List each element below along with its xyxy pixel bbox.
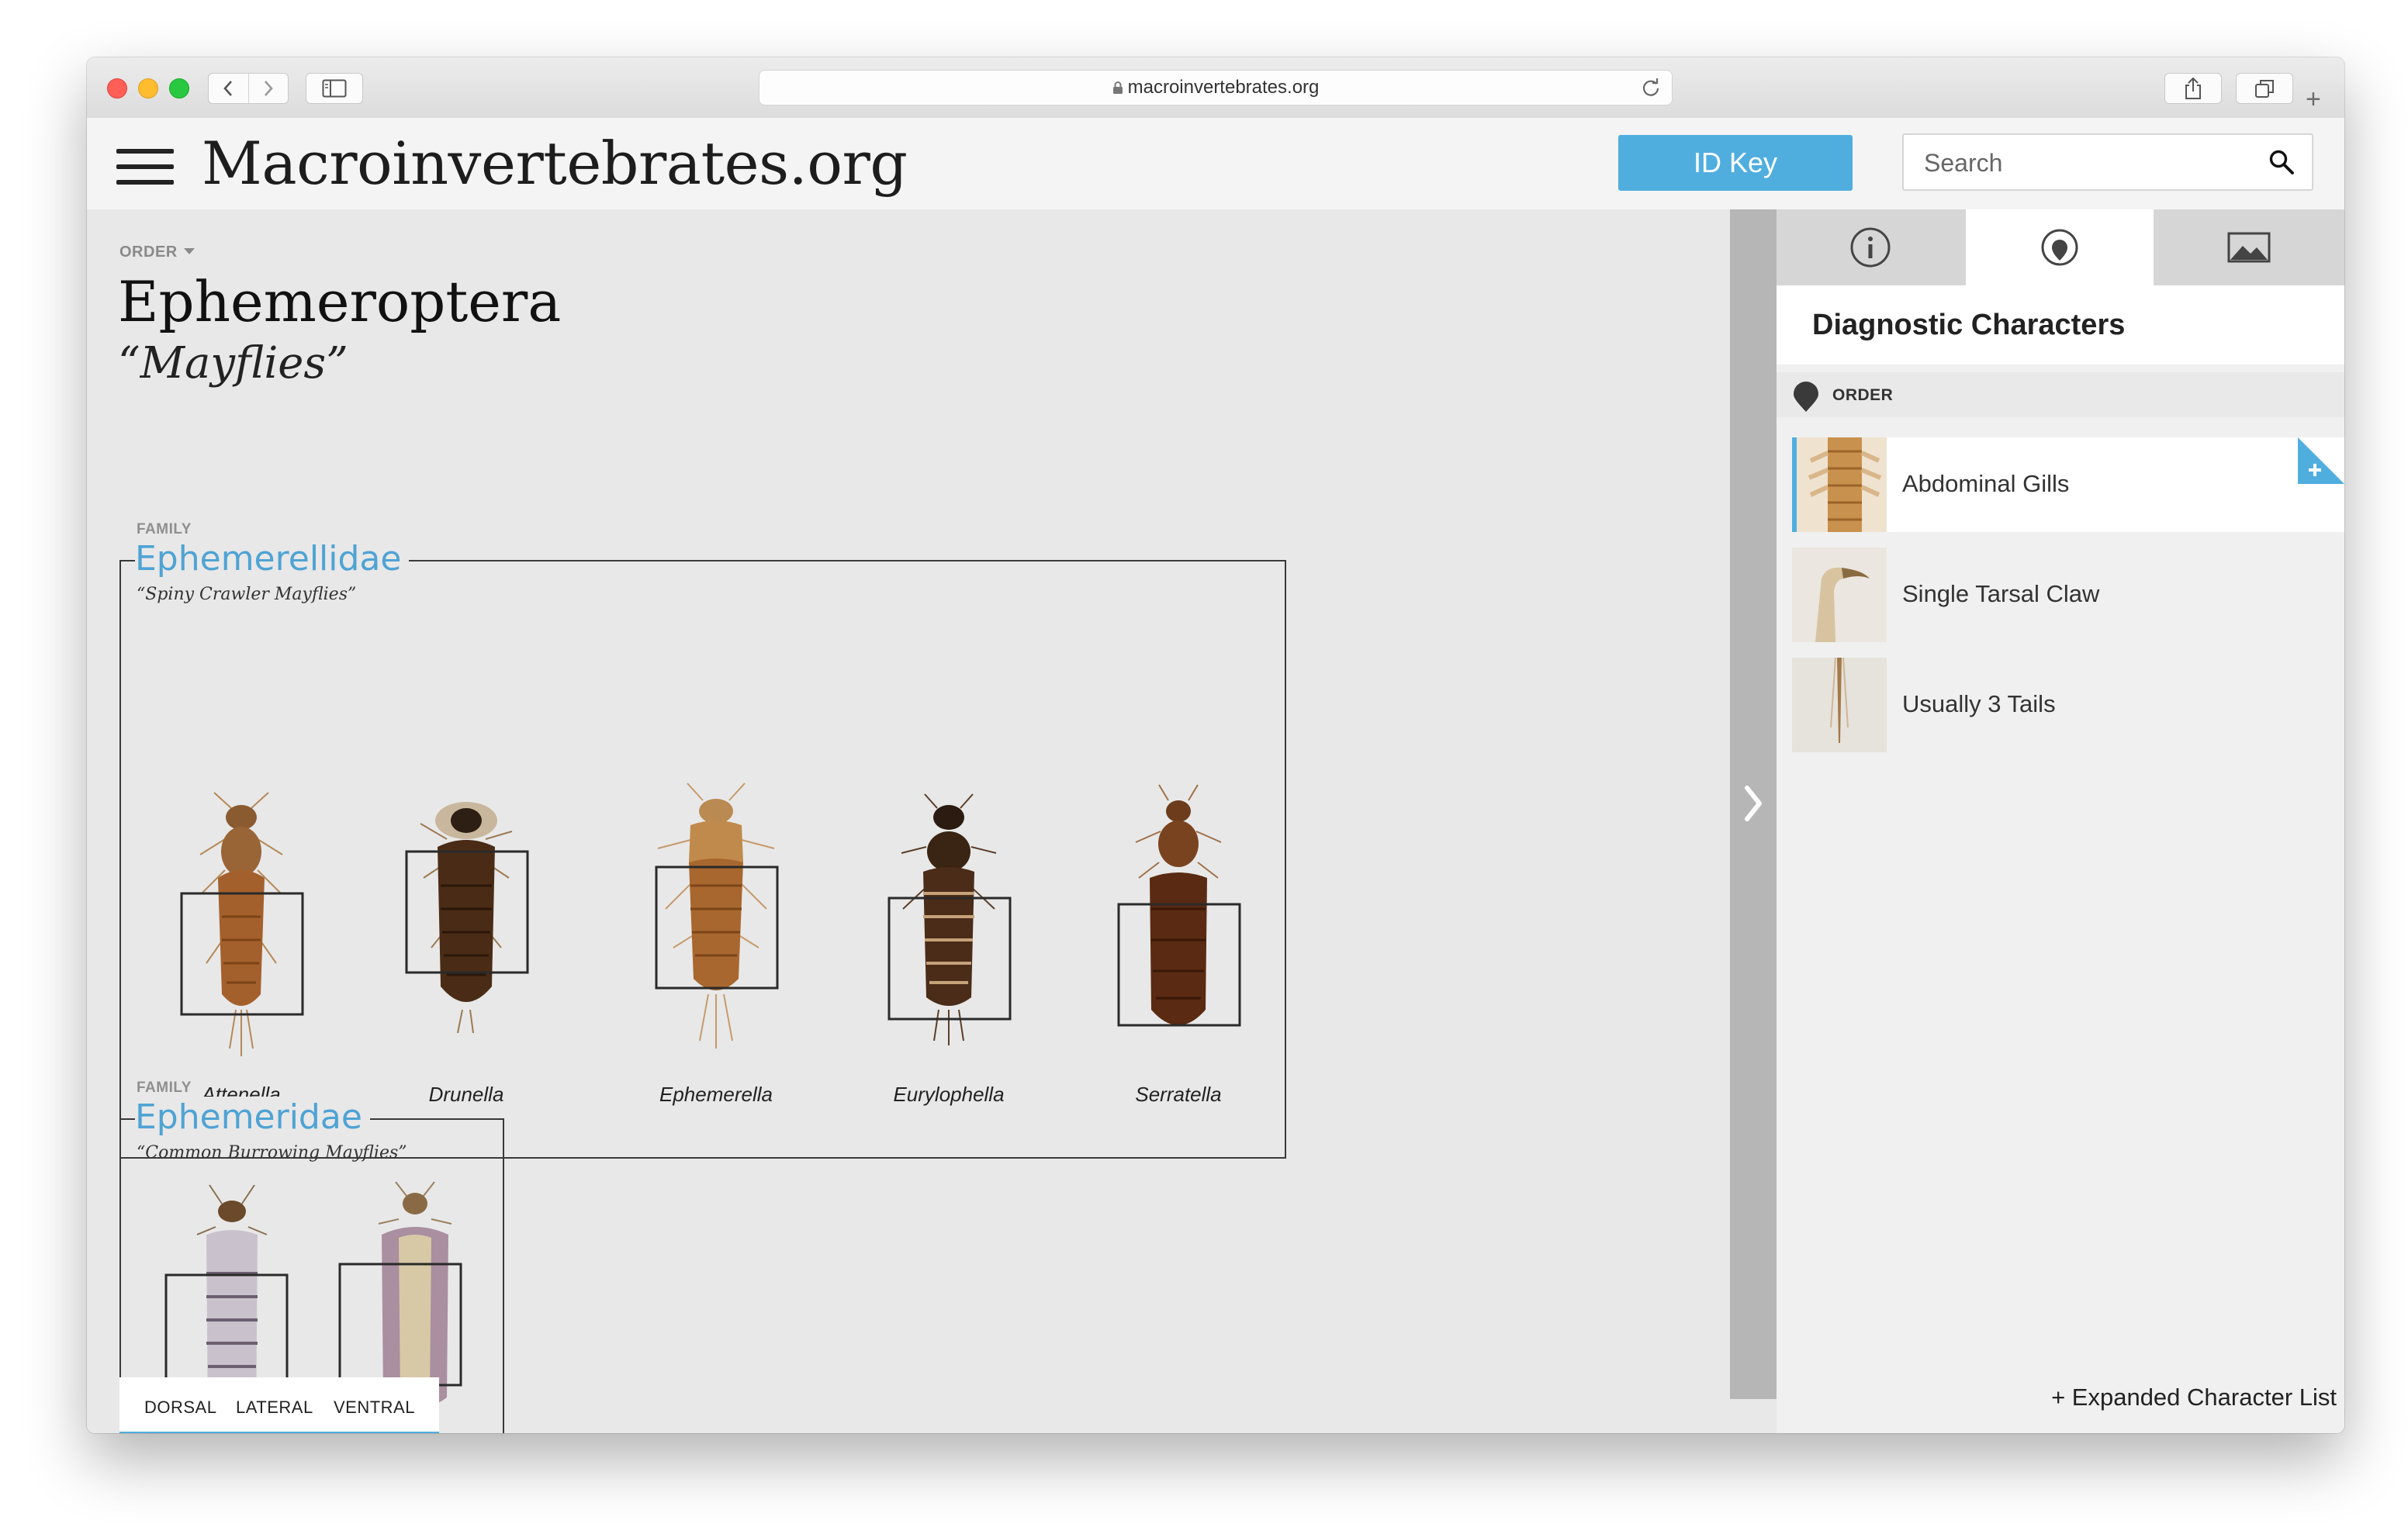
drunella-specimen-image <box>405 802 529 1034</box>
menu-icon[interactable] <box>116 149 174 185</box>
tab-images[interactable] <box>2155 209 2343 285</box>
character-label: Single Tarsal Claw <box>1902 580 2100 607</box>
tab-diagnostic[interactable] <box>1966 209 2154 285</box>
url-text: macroinvertebrates.org <box>1127 77 1320 98</box>
caret-down-icon <box>183 248 195 254</box>
character-single-tarsal-claw[interactable]: Single Tarsal Claw <box>1792 548 2344 642</box>
tabs-icon <box>2255 80 2274 98</box>
family-name[interactable]: Ephemerellidae <box>135 538 410 580</box>
sidebar-icon <box>322 79 347 98</box>
reload-icon[interactable] <box>1641 78 1661 98</box>
character-usually-3-tails[interactable]: Usually 3 Tails <box>1792 658 2344 752</box>
new-tab-button[interactable]: + <box>2306 84 2321 115</box>
search-input[interactable] <box>1922 135 2251 191</box>
panel-header: Diagnostic Characters <box>1777 285 2344 364</box>
family-ephemerellidae: FAMILY Ephemerellidae “Spiny Crawler May… <box>119 521 1286 1159</box>
address-text: macroinvertebrates.org <box>759 71 1672 105</box>
genus-name: Eurylophella <box>893 1083 1005 1106</box>
character-abdominal-gills[interactable]: Abdominal Gills <box>1792 437 2344 532</box>
order-common-name: “Mayflies” <box>118 338 348 389</box>
lock-icon <box>1112 81 1123 94</box>
browser-window: macroinvertebrates.org + Macroinvertebra… <box>87 57 2344 1433</box>
order-name: Ephemeroptera <box>118 269 562 334</box>
close-window-button[interactable] <box>107 78 127 98</box>
id-key-button[interactable]: ID Key <box>1618 135 1853 191</box>
panel-title: Diagnostic Characters <box>1812 309 2126 341</box>
genus-card-serratella[interactable]: Serratella <box>1081 777 1275 1106</box>
tab-lateral[interactable]: LATERAL <box>236 1398 313 1418</box>
family-common-name: “Spiny Crawler Mayflies” <box>137 585 357 604</box>
attenella-specimen-image <box>180 792 304 1056</box>
chevron-right-icon <box>264 81 273 96</box>
family-name[interactable]: Ephemeridae <box>135 1097 370 1138</box>
genus-card-eurylophella[interactable]: Eurylophella <box>852 777 1046 1106</box>
chevron-right-icon <box>1745 786 1762 821</box>
browser-toolbar: macroinvertebrates.org + <box>87 57 2344 119</box>
family-rank-label: FAMILY <box>137 1080 192 1096</box>
site-header: Macroinvertebrates.org ID Key <box>87 118 2344 210</box>
search-icon[interactable] <box>2268 149 2295 175</box>
abdominal-gills-thumbnail <box>1792 437 1887 532</box>
order-rank-dropdown[interactable]: ORDER <box>119 244 195 261</box>
search-box <box>1902 133 2313 191</box>
tab-ventral[interactable]: VENTRAL <box>334 1398 415 1418</box>
tab-dorsal[interactable]: DORSAL <box>144 1398 216 1418</box>
genus-name: Serratella <box>1135 1083 1222 1106</box>
zoom-window-button[interactable] <box>169 78 189 98</box>
order-group-label: ORDER <box>1832 386 1894 404</box>
order-group-row[interactable]: ORDER <box>1777 372 2344 417</box>
info-icon <box>1850 227 1891 268</box>
taxon-content: ORDER Ephemeroptera “Mayflies” FAMILY Ep… <box>87 209 1730 1433</box>
three-tails-thumbnail <box>1792 658 1887 752</box>
site-title[interactable]: Macroinvertebrates.org <box>202 129 908 199</box>
family-rank-label: FAMILY <box>137 521 192 537</box>
forward-button[interactable] <box>247 74 289 103</box>
tab-overview-button[interactable] <box>2236 73 2293 104</box>
panel-collapse-button[interactable] <box>1730 209 1777 1399</box>
add-character-icon[interactable] <box>2298 437 2344 484</box>
tab-info[interactable] <box>1777 209 1964 285</box>
chevron-left-icon <box>223 81 233 96</box>
share-button[interactable] <box>2164 73 2222 104</box>
genus-card-ephemerella[interactable]: Ephemerella <box>619 777 813 1106</box>
minimize-window-button[interactable] <box>138 78 158 98</box>
map-pin-icon <box>1794 382 1818 412</box>
diagnostic-pin-icon <box>2041 229 2078 266</box>
history-nav <box>208 73 289 104</box>
side-panel: Diagnostic Characters ORDER Abdominal Gi… <box>1777 209 2344 1433</box>
expanded-character-list-link[interactable]: + Expanded Character List <box>2051 1384 2337 1411</box>
image-icon <box>2227 232 2271 263</box>
tarsal-claw-thumbnail <box>1792 548 1887 642</box>
back-button[interactable] <box>209 74 248 103</box>
genus-name: Ephemerella <box>659 1083 773 1106</box>
character-label: Abdominal Gills <box>1902 470 2070 497</box>
genus-card-drunella[interactable]: Drunella <box>369 777 563 1106</box>
view-tabs: DORSAL LATERAL VENTRAL <box>119 1377 439 1433</box>
family-common-name: “Common Burrowing Mayflies” <box>137 1143 407 1163</box>
eurylophella-specimen-image <box>887 793 1012 1045</box>
character-label: Usually 3 Tails <box>1902 690 2056 717</box>
address-bar[interactable]: macroinvertebrates.org <box>759 70 1673 105</box>
ephemerella-specimen-image <box>655 783 779 1049</box>
order-rank-label: ORDER <box>119 244 178 261</box>
share-icon <box>2185 77 2201 99</box>
sidebar-toggle-button[interactable] <box>306 73 363 104</box>
serratella-specimen-image <box>1117 784 1241 1027</box>
panel-tabs <box>1777 209 2344 285</box>
genus-card-attenella[interactable]: Attenella <box>144 777 338 1106</box>
